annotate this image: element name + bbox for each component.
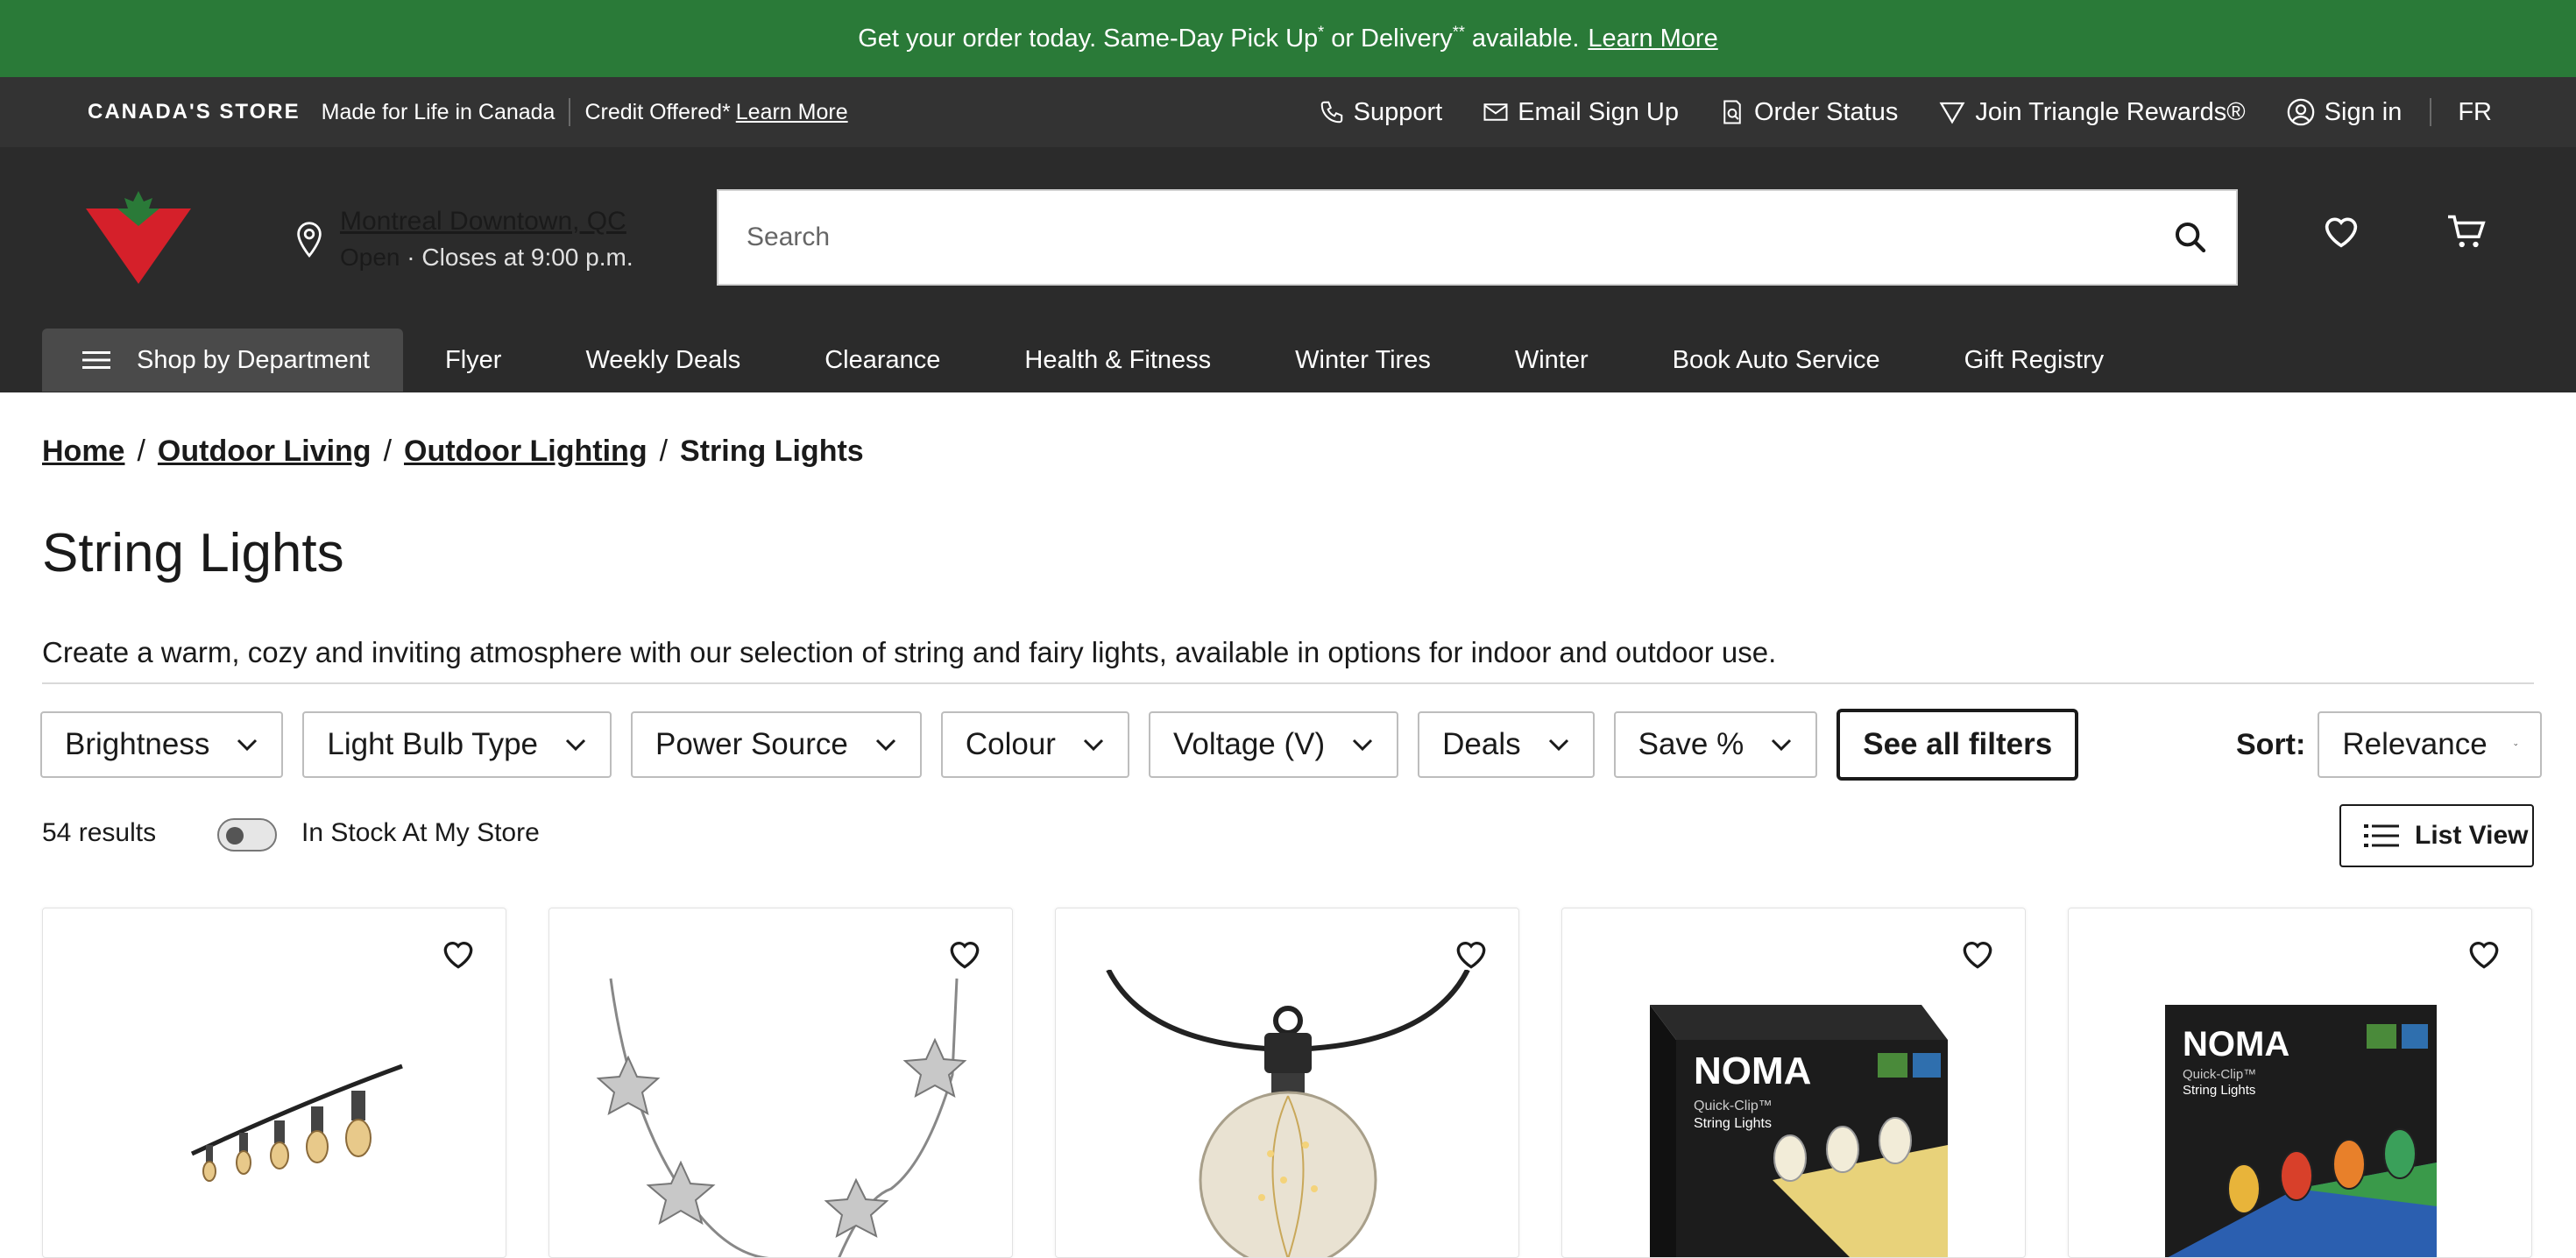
list-icon xyxy=(2364,824,2399,847)
product-image-globe-bulb-lights xyxy=(1106,970,1470,1257)
box-name: String Lights xyxy=(1694,1116,1772,1131)
nav-item-winter-tires[interactable]: Winter Tires xyxy=(1295,346,1431,375)
sort-label: Sort: xyxy=(2236,727,2306,761)
in-stock-label: In Stock At My Store xyxy=(301,818,540,847)
wishlist-heart-icon[interactable] xyxy=(1454,938,1489,970)
product-grid: NOMA Quick-Clip™ String Lights NOMA Quic… xyxy=(42,908,2532,1258)
store-selector[interactable]: Montreal Downtown, QC Open · Closes at 9… xyxy=(294,207,633,272)
box-brand: NOMA xyxy=(1694,1050,1811,1092)
list-view-button[interactable]: List View xyxy=(2339,804,2534,867)
chevron-down-icon xyxy=(1772,739,1792,752)
filter-deals[interactable]: Deals xyxy=(1418,711,1595,778)
nav-item-health-fitness[interactable]: Health & Fitness xyxy=(1024,346,1211,375)
filter-voltage[interactable]: Voltage (V) xyxy=(1148,711,1399,778)
see-all-filters-button[interactable]: See all filters xyxy=(1836,709,2079,781)
email-signup-link[interactable]: Email Sign Up xyxy=(1483,98,1679,127)
product-image-edison-string-lights xyxy=(190,1064,403,1182)
page-title: String Lights xyxy=(42,523,344,583)
box-line: Quick-Clip™ xyxy=(1694,1099,1773,1113)
filter-light-bulb-type[interactable]: Light Bulb Type xyxy=(302,711,612,778)
product-card[interactable]: NOMA Quick-Clip™ String Lights xyxy=(2068,908,2532,1258)
primary-nav: Shop by Department Flyer Weekly Deals Cl… xyxy=(0,329,2576,392)
divider xyxy=(569,98,571,126)
credit-text: Credit Offered* xyxy=(584,99,731,124)
chevron-down-icon xyxy=(875,739,895,752)
chevron-down-icon xyxy=(1548,739,1568,752)
product-image-noma-multicolour-box: NOMA Quick-Clip™ String Lights xyxy=(2165,1005,2437,1257)
box-line: Quick-Clip™ xyxy=(2183,1067,2256,1082)
results-count: 54 results xyxy=(42,818,157,847)
in-stock-toggle[interactable] xyxy=(217,818,277,852)
nav-item-flyer[interactable]: Flyer xyxy=(445,346,501,375)
store-name[interactable]: Montreal Downtown, QC xyxy=(340,207,633,237)
promo-text: Get your order today. Same-Day Pick Up* … xyxy=(858,22,1580,53)
product-card[interactable] xyxy=(42,908,506,1258)
divider xyxy=(2430,98,2432,126)
filter-save-percent[interactable]: Save % xyxy=(1613,711,1818,778)
breadcrumb-home[interactable]: Home xyxy=(42,435,124,469)
nav-item-winter[interactable]: Winter xyxy=(1515,346,1589,375)
utility-bar: CANADA'S STORE Made for Life in Canada C… xyxy=(0,77,2576,147)
location-pin-icon xyxy=(297,222,322,258)
store-hours: Open · Closes at 9:00 p.m. xyxy=(340,244,633,271)
phone-icon xyxy=(1320,101,1342,124)
wishlist-heart-icon[interactable] xyxy=(947,938,982,970)
nav-item-book-auto-service[interactable]: Book Auto Service xyxy=(1673,346,1880,375)
chevron-down-icon xyxy=(1083,739,1104,752)
page-description: Create a warm, cozy and inviting atmosph… xyxy=(42,636,1777,668)
order-status-icon xyxy=(1723,100,1741,124)
wishlist-heart-icon[interactable] xyxy=(2466,938,2502,970)
divider xyxy=(42,682,2534,684)
breadcrumb-current: String Lights xyxy=(680,435,864,468)
mail-icon xyxy=(1483,103,1508,121)
chevron-down-icon xyxy=(565,739,586,752)
search-icon[interactable] xyxy=(2173,220,2208,255)
wishlist-heart-icon[interactable] xyxy=(2322,214,2360,249)
nav-item-gift-registry[interactable]: Gift Registry xyxy=(1964,346,2105,375)
nav-item-clearance[interactable]: Clearance xyxy=(824,346,940,375)
product-image-noma-white-box: NOMA Quick-Clip™ String Lights xyxy=(1650,1005,1948,1257)
product-image-star-fairy-lights xyxy=(596,978,967,1257)
search-input[interactable] xyxy=(747,223,2173,252)
product-card[interactable] xyxy=(1055,908,1519,1258)
triangle-icon xyxy=(1939,102,1965,124)
triangle-rewards-link[interactable]: Join Triangle Rewards® xyxy=(1938,98,2246,127)
chevron-down-icon xyxy=(1353,739,1373,752)
canadian-tire-logo[interactable] xyxy=(84,191,193,286)
chevron-down-icon xyxy=(237,739,258,752)
user-icon xyxy=(2287,98,2314,126)
sign-in-link[interactable]: Sign in xyxy=(2286,97,2402,127)
filter-power-source[interactable]: Power Source xyxy=(631,711,922,778)
credit-learn-more-link[interactable]: Learn More xyxy=(736,100,848,125)
hamburger-menu-icon xyxy=(82,351,110,369)
shop-by-department-button[interactable]: Shop by Department xyxy=(42,329,403,392)
wishlist-heart-icon[interactable] xyxy=(1960,938,1995,970)
cart-icon[interactable] xyxy=(2446,214,2487,251)
promo-banner: Get your order today. Same-Day Pick Up* … xyxy=(0,0,2576,77)
breadcrumb-outdoor-lighting[interactable]: Outdoor Lighting xyxy=(404,435,648,469)
search-bar xyxy=(717,189,2238,286)
sort-control: Sort: Relevance xyxy=(2236,711,2543,778)
breadcrumb: Home / Outdoor Living / Outdoor Lighting / … xyxy=(42,435,864,469)
order-status-link[interactable]: Order Status xyxy=(1719,98,1898,127)
toggle-knob xyxy=(226,827,244,845)
box-brand: NOMA xyxy=(2183,1025,2289,1064)
canadas-store-wordmark: CANADA'S STORE xyxy=(88,100,301,124)
filter-colour[interactable]: Colour xyxy=(940,711,1129,778)
product-card[interactable]: NOMA Quick-Clip™ String Lights xyxy=(1561,908,2026,1258)
box-name: String Lights xyxy=(2183,1083,2255,1098)
tagline: Made for Life in Canada xyxy=(321,99,556,124)
chevron-down-icon xyxy=(2514,743,2517,746)
breadcrumb-outdoor-living[interactable]: Outdoor Living xyxy=(158,435,372,469)
support-link[interactable]: Support xyxy=(1319,98,1442,127)
promo-learn-more-link[interactable]: Learn More xyxy=(1588,25,1717,53)
product-card[interactable] xyxy=(548,908,1013,1258)
filter-bar: Brightness Light Bulb Type Power Source … xyxy=(40,709,2079,781)
filter-brightness[interactable]: Brightness xyxy=(40,711,284,778)
wishlist-heart-icon[interactable] xyxy=(441,938,476,970)
sort-dropdown[interactable]: Relevance xyxy=(2318,711,2543,778)
language-toggle[interactable]: FR xyxy=(2458,98,2492,127)
nav-item-weekly-deals[interactable]: Weekly Deals xyxy=(585,346,740,375)
